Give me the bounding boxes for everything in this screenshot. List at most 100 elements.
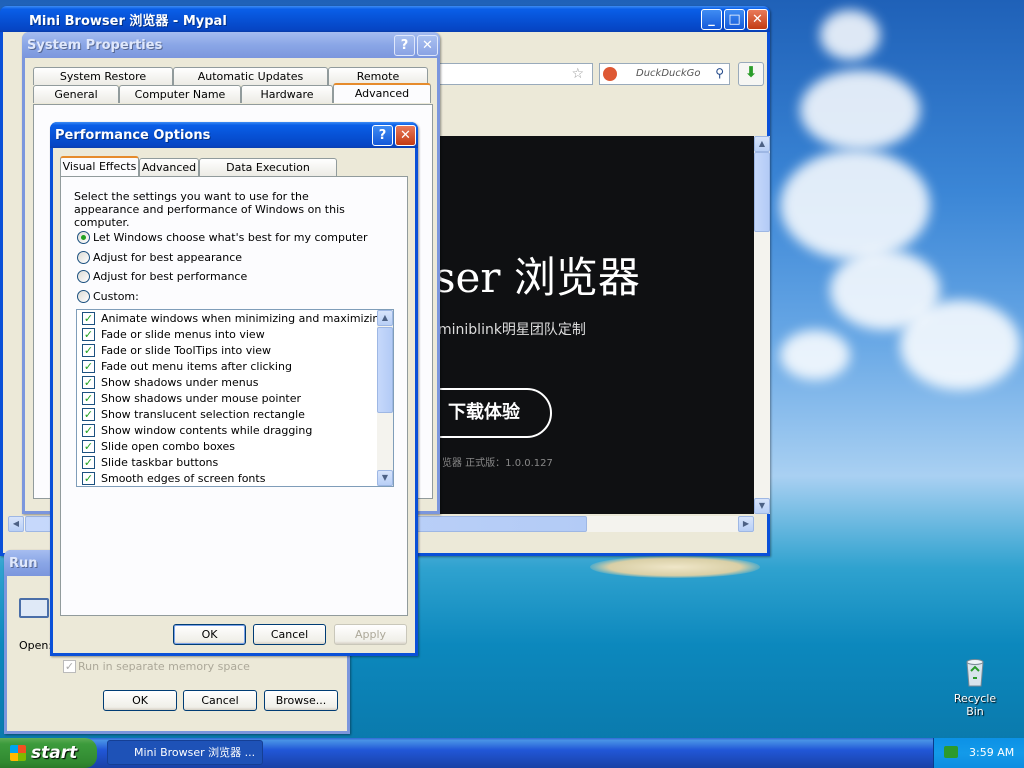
scroll-left-icon[interactable]: ◀ xyxy=(8,516,24,532)
tab-hardware[interactable]: Hardware xyxy=(241,85,333,103)
effect-label: Fade or slide ToolTips into view xyxy=(101,344,272,357)
run-icon xyxy=(19,598,49,618)
search-engine-label: DuckDuckGo xyxy=(636,68,701,79)
radio-option-label: Adjust for best performance xyxy=(93,270,248,283)
separate-memory-label: Run in separate memory space xyxy=(78,660,250,673)
effect-checkbox[interactable]: ✓ xyxy=(82,360,95,373)
system-properties-titlebar[interactable]: System Properties ? ✕ xyxy=(22,32,440,58)
scroll-right-icon[interactable]: ▶ xyxy=(738,516,754,532)
network-icon[interactable] xyxy=(944,746,958,758)
apply-button[interactable]: Apply xyxy=(334,624,407,645)
system-properties-title: System Properties xyxy=(27,37,163,53)
effect-label: Slide open combo boxes xyxy=(101,440,236,453)
taskbar-item-mini-browser[interactable]: Mini Browser 浏览器 ... xyxy=(107,740,263,765)
separate-memory-checkbox: ✓ xyxy=(63,660,76,673)
open-label: Open: xyxy=(19,639,53,652)
system-tray: 3:59 AM xyxy=(933,738,1024,768)
effects-scroll-thumb[interactable] xyxy=(377,327,393,413)
radio-option-3[interactable] xyxy=(77,289,90,303)
download-icon[interactable]: ⬇ xyxy=(738,62,764,86)
island-scenery xyxy=(590,556,760,578)
tab-advanced[interactable]: Advanced xyxy=(333,83,431,103)
radio-option-1[interactable] xyxy=(77,250,90,264)
bookmark-star-icon[interactable]: ☆ xyxy=(571,66,584,82)
recycle-bin-label: Recycle Bin xyxy=(953,692,997,718)
scroll-thumb[interactable] xyxy=(754,152,770,232)
ok-button[interactable]: OK xyxy=(173,624,246,645)
effect-checkbox[interactable]: ✓ xyxy=(82,472,95,485)
browser-vscrollbar[interactable]: ▲ ▼ xyxy=(754,136,770,514)
run-cancel-button[interactable]: Cancel xyxy=(183,690,257,711)
effect-label: Show window contents while dragging xyxy=(101,424,313,437)
radio-option-2[interactable] xyxy=(77,270,90,283)
clock: 3:59 AM xyxy=(969,746,1015,759)
search-box[interactable]: DuckDuckGo ⚲ xyxy=(599,63,730,85)
scroll-up-icon[interactable]: ▲ xyxy=(754,136,770,152)
close-icon[interactable]: ✕ xyxy=(395,124,416,146)
effect-checkbox[interactable]: ✓ xyxy=(82,392,95,405)
web-page-content: ser 浏览器 miniblink明星团队定制 下载体验 览器 正式版：1.0.… xyxy=(418,136,754,514)
tab-data-execution-prevention[interactable]: Data Execution Prevention xyxy=(199,158,337,191)
browser-title: Mini Browser 浏览器 - Mypal xyxy=(29,13,227,29)
tab-computer-name[interactable]: Computer Name xyxy=(119,85,241,103)
effect-label: Fade out menu items after clicking xyxy=(101,360,292,373)
taskbar: start Mini Browser 浏览器 ... 3:59 AM xyxy=(0,738,1024,768)
start-label: start xyxy=(31,743,78,763)
effect-label: Slide taskbar buttons xyxy=(101,456,219,469)
effect-checkbox[interactable]: ✓ xyxy=(82,408,95,421)
help-icon[interactable]: ? xyxy=(394,34,415,56)
tab-general[interactable]: General xyxy=(33,85,119,103)
help-icon[interactable]: ? xyxy=(372,124,393,146)
radio-option-label: Custom: xyxy=(93,289,139,303)
run-browse-button[interactable]: Browse... xyxy=(264,690,338,711)
effects-scroll-down-icon[interactable]: ▼ xyxy=(377,470,393,486)
scroll-down-icon[interactable]: ▼ xyxy=(754,498,770,514)
duckduckgo-icon xyxy=(603,67,617,81)
tab-perf-advanced[interactable]: Advanced xyxy=(139,158,199,176)
search-icon[interactable]: ⚲ xyxy=(715,66,724,80)
effect-checkbox[interactable]: ✓ xyxy=(82,328,95,341)
effect-checkbox[interactable]: ✓ xyxy=(82,440,95,453)
effect-label: Animate windows when minimizing and maxi… xyxy=(101,312,387,325)
effect-label: Smooth edges of screen fonts xyxy=(101,472,266,485)
taskbar-item-label: Mini Browser 浏览器 ... xyxy=(134,746,256,759)
effect-checkbox[interactable]: ✓ xyxy=(82,424,95,437)
effect-label: Show shadows under mouse pointer xyxy=(101,392,302,405)
performance-options-window: Performance Options ? ✕ Visual Effects A… xyxy=(50,122,418,656)
effect-checkbox[interactable]: ✓ xyxy=(82,376,95,389)
radio-option-label: Let Windows choose what's best for my co… xyxy=(93,231,368,244)
url-bar[interactable]: ☆ xyxy=(423,63,593,85)
start-button[interactable]: start xyxy=(0,738,97,768)
effect-checkbox[interactable]: ✓ xyxy=(82,312,95,325)
run-ok-button[interactable]: OK xyxy=(103,690,177,711)
windows-logo-icon xyxy=(10,745,26,761)
page-heading: ser 浏览器 xyxy=(434,253,640,302)
performance-options-titlebar[interactable]: Performance Options ? ✕ xyxy=(50,122,418,148)
effect-label: Show translucent selection rectangle xyxy=(101,408,305,421)
effect-checkbox[interactable]: ✓ xyxy=(82,456,95,469)
cancel-button[interactable]: Cancel xyxy=(253,624,326,645)
tab-automatic-updates[interactable]: Automatic Updates xyxy=(173,67,328,85)
recycle-bin-icon xyxy=(966,659,984,687)
visual-effects-panel: Select the settings you want to use for … xyxy=(60,176,408,616)
radio-option-0[interactable] xyxy=(77,231,90,244)
description-text: Select the settings you want to use for … xyxy=(74,190,345,229)
performance-options-title: Performance Options xyxy=(55,127,211,143)
close-icon[interactable]: ✕ xyxy=(417,34,438,56)
effects-scrollbar[interactable]: ▲ ▼ xyxy=(377,310,393,486)
radio-option-label: Adjust for best appearance xyxy=(93,250,243,264)
effect-label: Fade or slide menus into view xyxy=(101,328,265,341)
maximize-icon[interactable]: □ xyxy=(724,8,745,30)
effects-list: ✓ Animate windows when minimizing and max… xyxy=(76,309,394,487)
browser-titlebar[interactable]: Mini Browser 浏览器 - Mypal _ □ ✕ xyxy=(0,6,770,32)
tab-visual-effects[interactable]: Visual Effects xyxy=(60,156,139,176)
version-text: 览器 正式版：1.0.0.127 xyxy=(442,458,553,469)
minimize-icon[interactable]: _ xyxy=(701,8,722,30)
effect-checkbox[interactable]: ✓ xyxy=(82,344,95,357)
close-icon[interactable]: ✕ xyxy=(747,8,768,30)
recycle-bin[interactable]: Recycle Bin xyxy=(944,656,1006,718)
page-subtitle: miniblink明星团队定制 xyxy=(438,322,586,338)
effect-label: Show shadows under menus xyxy=(101,376,259,389)
effects-scroll-up-icon[interactable]: ▲ xyxy=(377,310,393,326)
tab-system-restore[interactable]: System Restore xyxy=(33,67,173,85)
